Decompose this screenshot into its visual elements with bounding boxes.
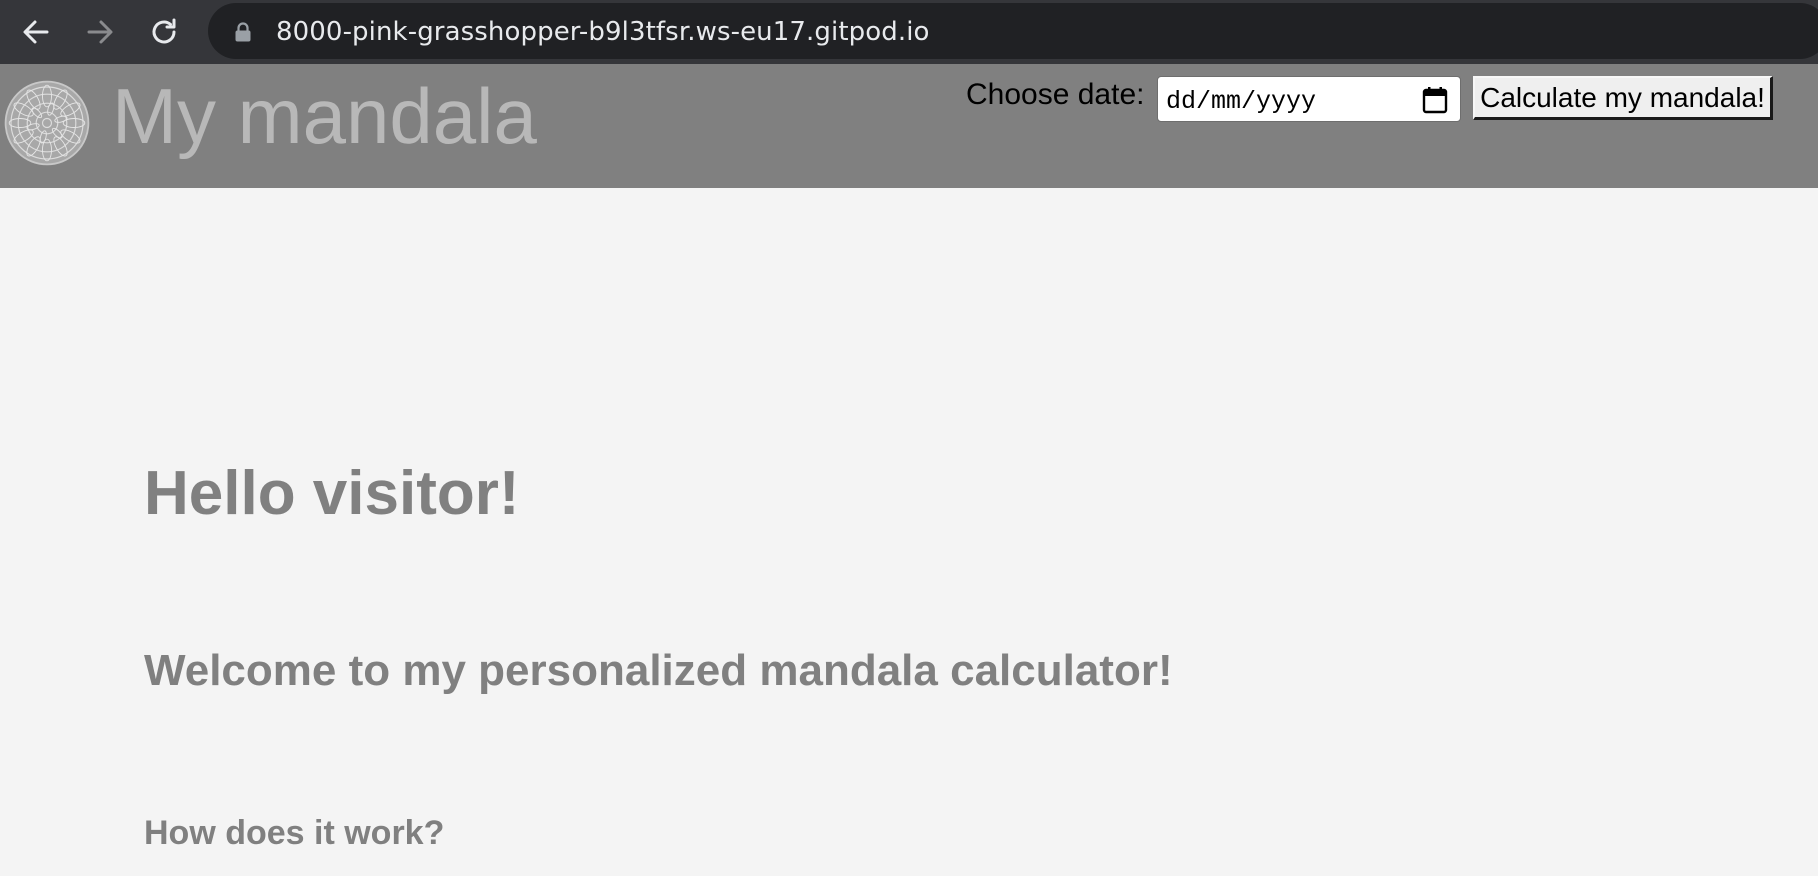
calendar-icon[interactable] [1422,86,1448,114]
site-title: My mandala [112,72,537,160]
lock-icon [235,22,251,42]
address-bar[interactable]: 8000-pink-grasshopper-b9l3tfsr.ws-eu17.g… [208,3,1818,59]
reload-icon [152,18,176,44]
main-content: Hello visitor! Welcome to my personalize… [0,188,1818,876]
browser-toolbar: 8000-pink-grasshopper-b9l3tfsr.ws-eu17.g… [0,0,1818,64]
url-text[interactable]: 8000-pink-grasshopper-b9l3tfsr.ws-eu17.g… [276,17,930,47]
forward-button[interactable] [80,12,120,52]
calculate-mandala-button[interactable]: Calculate my mandala! [1473,76,1773,120]
mandala-icon [4,80,90,166]
date-input[interactable]: dd/mm/yyyy [1157,76,1461,122]
arrow-left-icon [23,20,49,44]
back-button[interactable] [16,12,56,52]
arrow-right-icon [87,20,113,44]
welcome-heading: Welcome to my personalized mandala calcu… [144,646,1173,695]
greeting-heading: Hello visitor! [144,459,520,528]
how-it-works-heading: How does it work? [144,814,445,852]
site-header: My mandala Choose date: dd/mm/yyyy Calcu… [0,64,1818,188]
date-placeholder[interactable]: dd/mm/yyyy [1166,87,1316,116]
date-label: Choose date: [966,78,1145,111]
reload-button[interactable] [144,12,184,52]
